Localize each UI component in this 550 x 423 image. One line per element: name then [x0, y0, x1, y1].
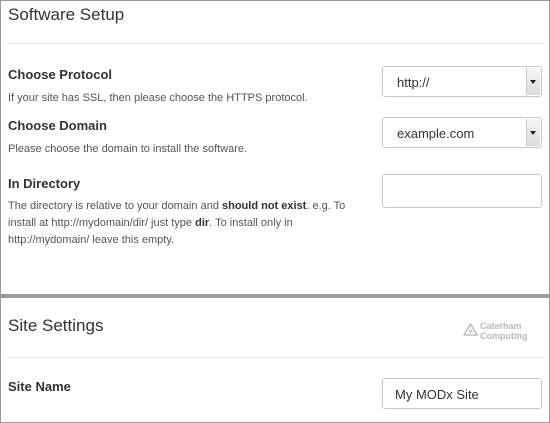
site-name-input[interactable]: My MODx Site: [382, 378, 542, 409]
software-setup-title: Software Setup: [8, 5, 125, 24]
chevron-down-icon[interactable]: [526, 119, 540, 146]
domain-label: Choose Domain: [8, 118, 107, 133]
protocol-label: Choose Protocol: [8, 67, 113, 82]
section-divider: [6, 43, 544, 44]
protocol-selected-value: http://: [397, 75, 430, 90]
site-settings-title: Site Settings: [8, 316, 104, 335]
section-separator: [1, 294, 549, 298]
directory-label: In Directory: [8, 176, 81, 191]
protocol-select[interactable]: http://: [382, 66, 542, 97]
site-name-label: Site Name: [8, 379, 71, 394]
chevron-down-icon[interactable]: [526, 68, 540, 95]
domain-select[interactable]: example.com: [382, 117, 542, 148]
install-form: Software Setup Choose Protocol If your s…: [0, 0, 550, 423]
site-name-input-value: My MODx Site: [395, 387, 479, 402]
section-divider: [6, 357, 544, 358]
protocol-help: If your site has SSL, then please choose…: [8, 92, 308, 104]
directory-input[interactable]: [382, 174, 542, 208]
caterham-computing-logo: Caterham Computing: [463, 321, 543, 343]
directory-help: The directory is relative to your domain…: [8, 200, 346, 246]
domain-selected-value: example.com: [397, 126, 475, 141]
logo-text: Caterham Computing: [480, 321, 528, 341]
logo-mark-icon: [463, 323, 478, 336]
domain-help: Please choose the domain to install the …: [8, 143, 248, 155]
